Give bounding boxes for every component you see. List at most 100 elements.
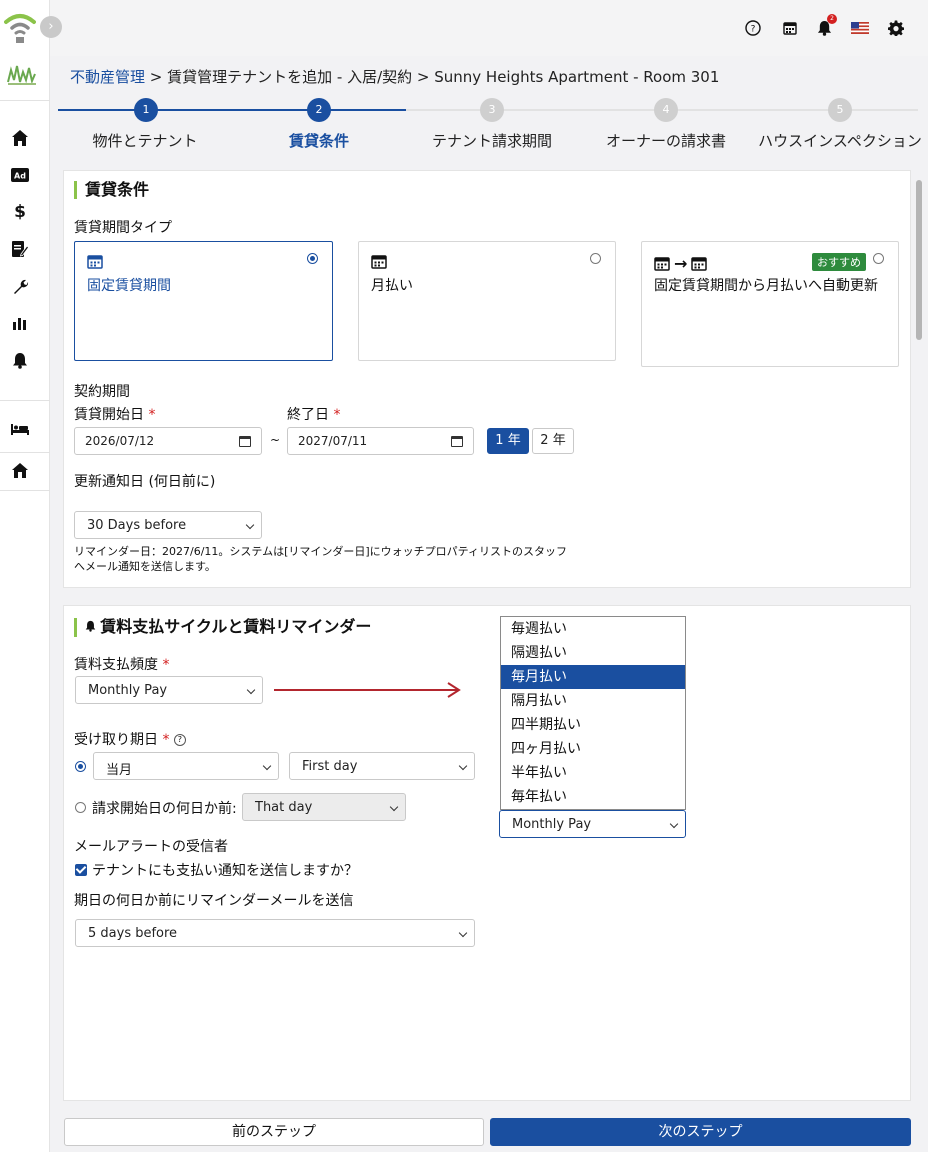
start-date-value: 2026/07/12 (85, 434, 155, 448)
stepper: 1 2 3 4 5 物件とテナント 賃貸条件 テナント請求期間 オーナーの請求書… (58, 94, 922, 154)
days-before-radio[interactable] (75, 802, 86, 813)
section-title-rental-terms: 賃貸条件 (74, 181, 149, 199)
days-before-label: 請求開始日の何日か前: (92, 801, 237, 817)
due-day-value: First day (302, 759, 358, 774)
due-day-select[interactable]: First day (289, 752, 475, 780)
previous-step-button[interactable]: 前のステップ (64, 1118, 484, 1146)
step-progress-line (58, 109, 406, 111)
home-icon[interactable] (10, 128, 30, 148)
sidebar: Ad $ (0, 0, 50, 1152)
tenant-notify-label: テナントにも支払い通知を送信しますか？ (92, 863, 358, 879)
due-this-month-radio[interactable] (75, 761, 86, 772)
next-step-button[interactable]: 次のステップ (490, 1118, 911, 1146)
reminder-email-label: 期日の何日か前にリマインダーメールを送信 (74, 893, 354, 909)
dollar-icon[interactable]: $ (10, 202, 30, 222)
option-auto-renew[interactable]: → おすすめ 固定賃貸期間から月払いへ自動更新 (641, 241, 899, 367)
breadcrumb-link-real-estate[interactable]: 不動産管理 (70, 68, 145, 86)
sidebar-divider (0, 400, 50, 401)
dropdown-option-semiannual[interactable]: 半年払い (501, 761, 685, 785)
due-month-value: 当月 (106, 763, 133, 778)
step-dot-2[interactable]: 2 (307, 98, 331, 122)
sidebar-divider (0, 452, 50, 453)
renewal-notice-value: 30 Days before (87, 518, 187, 533)
days-before-select[interactable]: That day (242, 793, 406, 821)
step-label-4[interactable]: オーナーの請求書 (606, 130, 726, 151)
option-fixed-term-radio[interactable] (307, 253, 318, 264)
dropdown-option-biweekly[interactable]: 隔週払い (501, 641, 685, 665)
sidebar-toggle-button[interactable]: › (40, 16, 62, 38)
calendar-icon[interactable] (780, 18, 800, 38)
notification-bell-icon[interactable]: 2 (814, 14, 837, 38)
step-dot-1[interactable]: 1 (134, 98, 158, 122)
frequency-dropdown-select[interactable]: Monthly Pay (499, 810, 686, 838)
bell-icon[interactable] (10, 350, 30, 370)
frequency-dropdown-value: Monthly Pay (512, 817, 592, 832)
ad-icon[interactable]: Ad (10, 165, 30, 185)
one-year-button[interactable]: 1 年 (487, 428, 529, 454)
renewal-notice-select[interactable]: 30 Days before (74, 511, 262, 539)
step-dot-5[interactable]: 5 (828, 98, 852, 122)
chevron-down-icon (246, 685, 256, 695)
chevron-down-icon (245, 520, 255, 530)
us-flag-icon[interactable] (850, 18, 870, 38)
tenant-notify-checkbox[interactable] (75, 864, 87, 876)
option-fixed-term[interactable]: 固定賃貸期間 (74, 241, 333, 361)
step-label-2[interactable]: 賃貸条件 (289, 130, 349, 151)
help-icon[interactable]: ? (743, 18, 763, 38)
step-label-3[interactable]: テナント請求期間 (432, 130, 552, 151)
chevron-down-icon (458, 928, 468, 938)
option-fixed-term-label: 固定賃貸期間 (87, 278, 171, 294)
end-date-label: 終了日 * (287, 407, 341, 423)
option-monthly-radio[interactable] (590, 253, 601, 264)
end-date-value: 2027/07/11 (298, 434, 368, 448)
brand-mark-icon (7, 65, 36, 85)
wrench-icon[interactable] (10, 276, 30, 296)
dropdown-option-annual[interactable]: 毎年払い (501, 785, 685, 809)
recommended-badge: おすすめ (812, 253, 866, 271)
option-monthly[interactable]: 月払い (358, 241, 616, 361)
calendar-icon (371, 254, 387, 269)
dropdown-option-quarterly[interactable]: 四半期払い (501, 713, 685, 737)
sidebar-divider (0, 490, 50, 491)
start-date-label: 賃貸開始日 * (74, 407, 156, 423)
section-title-payment-cycle: 賃料支払サイクルと賃料リマインダー (74, 618, 371, 637)
payment-frequency-label: 賃料支払頻度 * (74, 657, 170, 673)
step-label-5[interactable]: ハウスインスペクション (758, 130, 922, 151)
chevron-down-icon (669, 819, 679, 829)
step-dot-3[interactable]: 3 (480, 98, 504, 122)
dropdown-option-weekly[interactable]: 毎週払い (501, 617, 685, 641)
date-range-separator: ~ (270, 433, 281, 447)
renewal-notice-label: 更新通知日 (何日前に) (74, 474, 216, 490)
two-year-button[interactable]: 2 年 (532, 428, 574, 454)
bar-chart-icon[interactable] (10, 313, 30, 333)
notification-badge: 2 (827, 14, 837, 24)
step-dot-4[interactable]: 4 (654, 98, 678, 122)
dropdown-option-monthly[interactable]: 毎月払い (501, 665, 685, 689)
help-icon[interactable]: ? (173, 734, 186, 746)
due-date-label: 受け取り期日 * ? (74, 729, 186, 749)
contract-icon[interactable] (10, 239, 30, 259)
due-month-select[interactable]: 当月 (93, 752, 279, 780)
step-label-1[interactable]: 物件とテナント (92, 130, 197, 151)
reminder-days-select[interactable]: 5 days before (75, 919, 475, 947)
scrollbar[interactable] (915, 170, 923, 1110)
svg-text:?: ? (751, 25, 756, 35)
calendar-icon (239, 436, 251, 447)
end-date-input[interactable]: 2027/07/11 (287, 427, 474, 455)
scroll-thumb[interactable] (916, 180, 922, 340)
top-bar: ? 2 (50, 0, 928, 56)
days-before-value: That day (255, 800, 313, 815)
breadcrumb: 不動産管理 > 賃貸管理テナントを追加 - 入居/契約 > Sunny Heig… (70, 66, 719, 87)
option-monthly-label: 月払い (371, 278, 413, 294)
payment-frequency-select[interactable]: Monthly Pay (75, 676, 263, 704)
start-date-input[interactable]: 2026/07/12 (74, 427, 262, 455)
calendar-icon (451, 436, 463, 447)
gear-icon[interactable] (886, 18, 906, 38)
option-auto-renew-radio[interactable] (873, 253, 884, 264)
wifi-logo-icon (4, 14, 36, 43)
bed-icon[interactable] (10, 419, 30, 439)
dropdown-option-bimonthly[interactable]: 隔月払い (501, 689, 685, 713)
payment-frequency-value: Monthly Pay (88, 683, 168, 698)
dropdown-option-four-monthly[interactable]: 四ヶ月払い (501, 737, 685, 761)
house-icon[interactable] (10, 460, 30, 480)
